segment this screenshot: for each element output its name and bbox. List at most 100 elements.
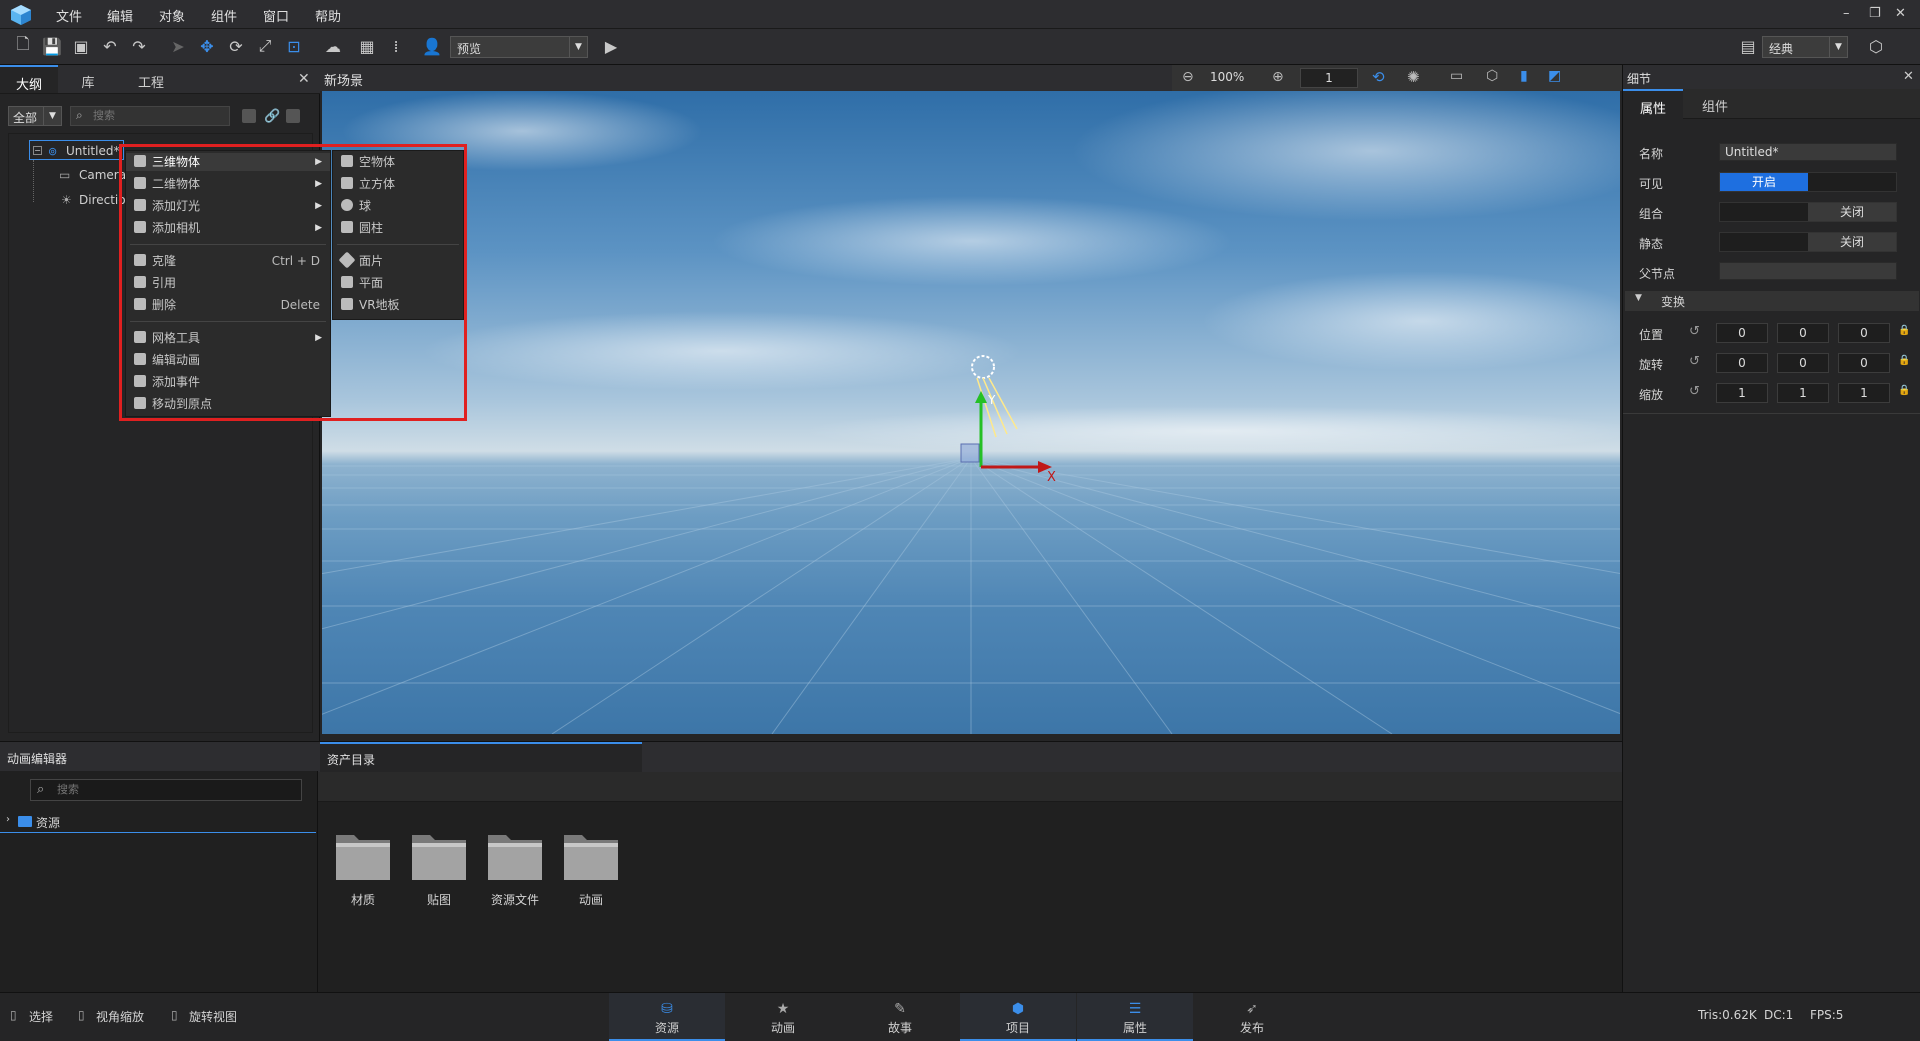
ctx-item-reference[interactable]: 引用 [126,274,330,292]
tab-components[interactable]: 组件 [1685,89,1745,119]
menu-edit[interactable]: 编辑 [107,6,133,25]
position-z[interactable]: 0 [1838,323,1890,343]
tab-assets[interactable]: 资产目录 [320,742,642,773]
menu-object[interactable]: 对象 [159,6,185,25]
visible-toggle[interactable]: 开启 [1719,172,1897,192]
position-y[interactable]: 0 [1777,323,1829,343]
outline-search-input[interactable] [93,108,223,124]
asset-tree-root[interactable]: › 资源 [0,811,316,833]
image-icon[interactable] [286,109,300,123]
snap-icon[interactable]: ⊡ [281,33,307,59]
menu-component[interactable]: 组件 [211,6,237,25]
parent-input[interactable] [1719,262,1897,280]
grid-icon[interactable]: ▦ [354,33,380,59]
tree-item-untitled[interactable]: − ⊚ Untitled* [29,140,124,160]
tab-outline[interactable]: 大纲 [0,65,58,93]
mode-zoom[interactable]: 视角缩放 [96,1008,144,1025]
bottom-tab-story[interactable]: ✎ 故事 [842,993,958,1041]
ctx-sub-empty-object[interactable]: 空物体 [333,153,463,171]
move-icon[interactable]: ✥ [194,33,220,59]
save-icon[interactable]: 💾 [39,33,65,59]
reset-icon[interactable]: ↺ [1689,324,1700,339]
ctx-item-2d-object[interactable]: 二维物体 ▶ [126,175,330,193]
name-input[interactable]: Untitled* [1719,143,1897,161]
anim-search-field[interactable]: ⌕ [30,779,302,801]
sun-icon[interactable]: ✺ [1407,68,1420,86]
ctx-item-add-light[interactable]: 添加灯光 ▶ [126,197,330,215]
minimize-button[interactable]: – [1843,6,1850,21]
bottom-tab-publish[interactable]: ➶ 发布 [1194,993,1310,1041]
collapse-icon[interactable]: − [33,146,42,155]
perspective-icon[interactable]: ▮ [1520,68,1528,84]
lock-icon[interactable]: 🔒 [1898,385,1910,396]
scale-z[interactable]: 1 [1838,383,1890,403]
link-icon[interactable]: 🔗 [264,109,280,124]
mode-rotate[interactable]: 旋转视图 [189,1008,237,1025]
ctx-item-delete[interactable]: 删除 Delete [126,296,330,314]
ctx-sub-vr-floor[interactable]: VR地板 [333,296,463,314]
ctx-item-mesh-tools[interactable]: 网格工具 ▶ [126,329,330,347]
tab-project[interactable]: 工程 [118,65,184,93]
box-view-icon[interactable]: ⬡ [1486,68,1498,84]
tree-item-light[interactable]: ☀ Directio [59,190,126,210]
anim-search-input[interactable] [57,782,287,798]
transform-header[interactable]: ▼ 变换 [1625,291,1919,311]
ctx-item-3d-object[interactable]: 三维物体 ▶ [126,153,330,171]
cloud-icon[interactable]: ☁ [320,33,346,59]
close-button[interactable]: ✕ [1895,6,1906,21]
dots-grid-icon[interactable]: ⁞ [383,33,409,59]
ctx-sub-quad[interactable]: 面片 [333,251,463,270]
ctx-item-clone[interactable]: 克隆 Ctrl + D [126,252,330,270]
gradient-icon[interactable]: ◩ [1548,68,1561,84]
folder-materials[interactable]: 材质 [330,829,396,919]
rotation-x[interactable]: 0 [1716,353,1768,373]
scale-x[interactable]: 1 [1716,383,1768,403]
bottom-tab-properties[interactable]: ☰ 属性 [1077,993,1193,1041]
zoom-out-icon[interactable]: ⊖ [1182,69,1194,85]
folder-textures[interactable]: 贴图 [406,829,472,919]
menu-file[interactable]: 文件 [56,6,82,25]
rotation-y[interactable]: 0 [1777,353,1829,373]
close-icon[interactable]: ✕ [1903,69,1914,84]
new-file-icon[interactable]: 🗋 [10,33,36,59]
sync-icon[interactable]: ⟲ [1372,68,1385,86]
ctx-sub-sphere[interactable]: 球 [333,197,463,215]
menu-window[interactable]: 窗口 [263,6,289,25]
preview-select[interactable]: 预览 ▼ [450,36,588,58]
folder-resources[interactable]: 资源文件 [482,829,548,919]
ctx-item-move-to-origin[interactable]: 移动到原点 [126,395,330,413]
close-icon[interactable]: ✕ [298,71,310,87]
zoom-in-icon[interactable]: ⊕ [1272,69,1284,85]
rotate-icon[interactable]: ⟳ [223,33,249,59]
bottom-tab-project[interactable]: ⬢ 项目 [960,993,1076,1041]
ctx-sub-cube[interactable]: 立方体 [333,175,463,193]
layout-select[interactable]: 经典 ▼ [1762,36,1848,58]
ctx-item-add-camera[interactable]: 添加相机 ▶ [126,219,330,237]
scene-viewport[interactable]: Y X [322,91,1620,734]
folder-animations[interactable]: 动画 [558,829,624,919]
ctx-sub-plane[interactable]: 平面 [333,274,463,292]
camera-view-icon[interactable]: ▭ [1450,68,1463,84]
layout-icon[interactable]: ▤ [1735,33,1761,59]
reset-icon[interactable]: ↺ [1689,354,1700,369]
undo-icon[interactable]: ↶ [97,33,123,59]
redo-icon[interactable]: ↷ [126,33,152,59]
lock-icon[interactable]: 🔒 [1898,355,1910,366]
tab-properties[interactable]: 属性 [1623,89,1683,119]
user-icon[interactable]: 👤 [419,33,445,59]
tree-item-camera[interactable]: ▭ Camera [59,165,126,185]
ctx-item-edit-animation[interactable]: 编辑动画 [126,351,330,369]
count-field[interactable]: 1 [1300,68,1358,88]
reset-icon[interactable]: ↺ [1689,384,1700,399]
ctx-item-add-event[interactable]: 添加事件 [126,373,330,391]
settings-icon[interactable]: ⬡ [1863,33,1889,59]
bottom-tab-animation[interactable]: ★ 动画 [725,993,841,1041]
restore-button[interactable]: ❐ [1869,6,1881,21]
position-x[interactable]: 0 [1716,323,1768,343]
menu-help[interactable]: 帮助 [315,6,341,25]
select-arrow-icon[interactable]: ➤ [165,33,191,59]
scale-icon[interactable]: ⤢ [252,33,278,59]
outline-search-field[interactable]: ⌕ [70,106,230,126]
save-all-icon[interactable]: ▣ [68,33,94,59]
static-toggle[interactable]: 关闭 [1719,232,1897,252]
